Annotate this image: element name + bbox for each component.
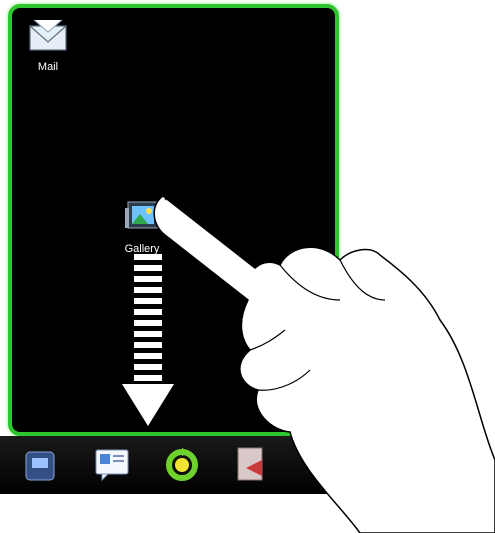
phone-icon: [20, 451, 60, 488]
gallery-icon: [122, 200, 162, 239]
dock-phone-button[interactable]: [20, 446, 60, 484]
app-gallery[interactable]: Gallery: [122, 200, 162, 255]
dock-sync-button[interactable]: [162, 446, 202, 484]
app-label-mail: Mail: [37, 61, 59, 73]
drag-arrow-icon: [122, 254, 174, 439]
dock-bar: [0, 436, 340, 494]
dock-messages-button[interactable]: [92, 446, 132, 484]
notes-icon: [232, 447, 272, 488]
mail-icon: [28, 18, 68, 57]
phone-screen: Mail Gallery: [8, 4, 339, 436]
dock-notes-button[interactable]: [232, 446, 272, 484]
sync-icon: [162, 448, 202, 488]
messages-icon: [92, 449, 132, 488]
app-mail[interactable]: Mail: [28, 18, 68, 73]
